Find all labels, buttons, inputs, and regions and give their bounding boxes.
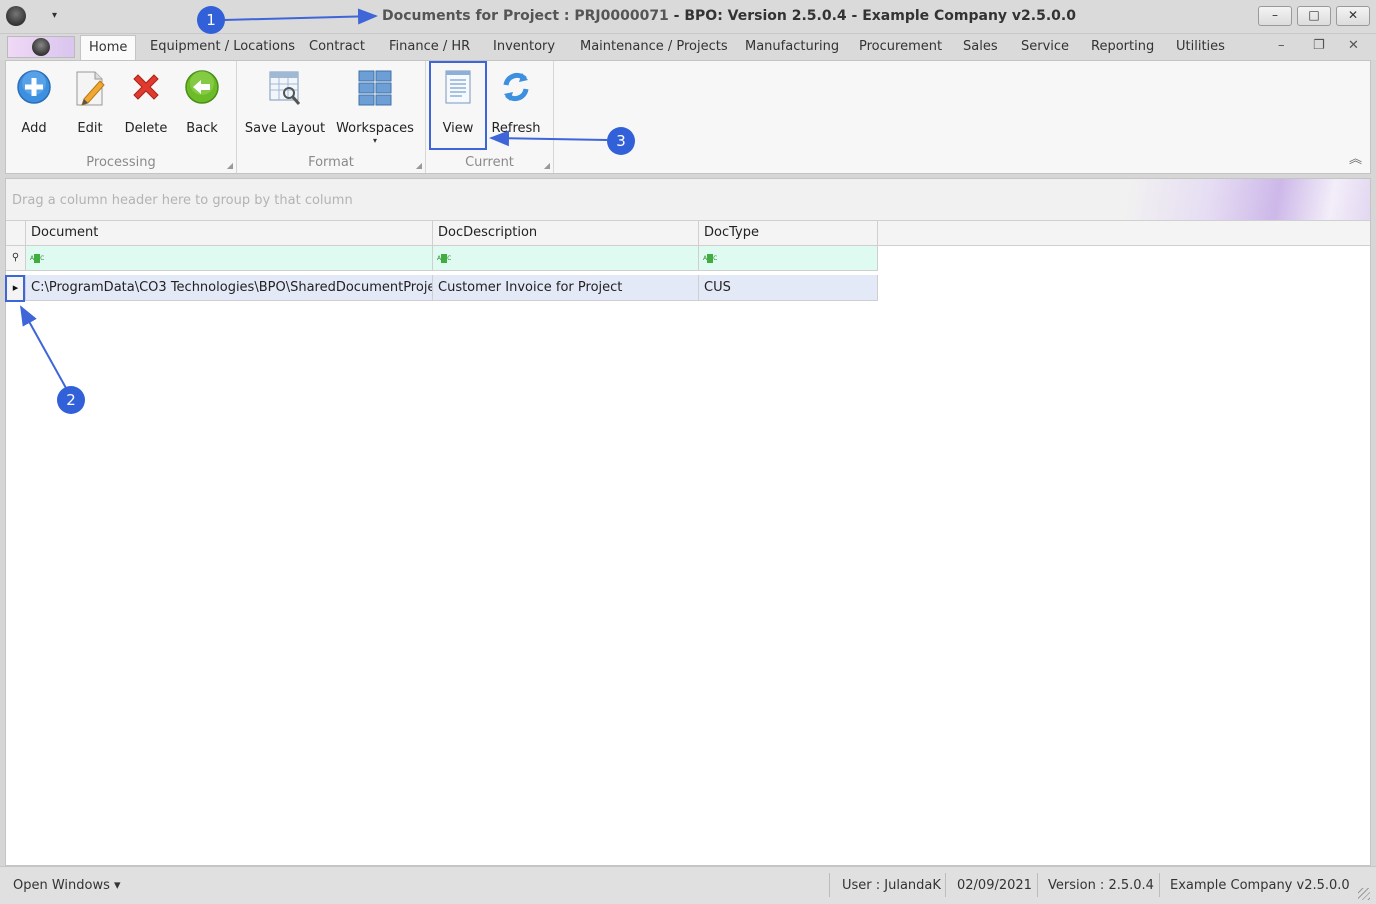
- cell-document[interactable]: C:\ProgramData\CO3 Technologies\BPO\Shar…: [26, 275, 433, 301]
- header-indicator-cell: [6, 221, 26, 246]
- view-highlight-box: [429, 61, 487, 150]
- edit-label: Edit: [77, 121, 103, 136]
- group-by-hint: Drag a column header here to group by th…: [12, 193, 353, 208]
- column-header-doctype[interactable]: DocType: [699, 221, 878, 246]
- mdi-minimize-button[interactable]: –: [1278, 38, 1285, 53]
- callout-2: 2: [57, 386, 85, 414]
- callout-3: 3: [607, 127, 635, 155]
- filter-cell-document[interactable]: AC: [26, 246, 433, 271]
- status-separator: [1159, 873, 1160, 897]
- collapse-ribbon-icon[interactable]: ︽: [1349, 148, 1362, 167]
- callout-1: 1: [197, 6, 225, 34]
- tab-home[interactable]: Home: [80, 35, 137, 60]
- window-title-document: Documents for Project : PRJ0000071: [382, 8, 669, 24]
- workspaces-icon: [357, 69, 393, 107]
- filter-condition-icon[interactable]: AC: [30, 253, 46, 264]
- filter-cell-docdescription[interactable]: AC: [433, 246, 699, 271]
- minimize-button[interactable]: –: [1258, 6, 1292, 26]
- window-title-app: - BPO: Version 2.5.0.4 - Example Company…: [668, 8, 1076, 24]
- group-by-panel[interactable]: Drag a column header here to group by th…: [6, 179, 1370, 221]
- mdi-close-button[interactable]: ✕: [1348, 38, 1359, 53]
- row-selector-highlight-box: [5, 275, 25, 302]
- group-processing-label: Processing: [86, 155, 156, 170]
- add-icon: [16, 69, 52, 107]
- add-button[interactable]: Add: [6, 65, 62, 149]
- resize-grip-icon[interactable]: [1358, 888, 1370, 900]
- open-windows-button[interactable]: Open Windows ▾: [13, 878, 121, 893]
- tab-procurement[interactable]: Procurement: [859, 39, 942, 54]
- group-current-label: Current: [465, 155, 514, 170]
- refresh-label: Refresh: [491, 121, 541, 136]
- close-button[interactable]: ✕: [1336, 6, 1370, 26]
- add-label: Add: [21, 121, 47, 136]
- status-bar: Open Windows ▾ User : JulandaK 02/09/202…: [0, 866, 1376, 904]
- processing-launcher-icon[interactable]: ◢: [227, 161, 233, 170]
- save-layout-label: Save Layout: [244, 121, 326, 136]
- filter-row-pin-icon: ⚲: [6, 246, 26, 271]
- mdi-restore-button[interactable]: ❐: [1313, 38, 1325, 53]
- app-logo-icon[interactable]: [6, 6, 26, 26]
- delete-button[interactable]: Delete: [118, 65, 174, 149]
- status-separator: [945, 873, 946, 897]
- application-menu-button[interactable]: [7, 36, 75, 58]
- back-label: Back: [186, 121, 218, 136]
- cell-doctype[interactable]: CUS: [699, 275, 878, 301]
- tab-finance-hr[interactable]: Finance / HR: [389, 39, 470, 54]
- cell-docdescription[interactable]: Customer Invoice for Project: [433, 275, 699, 301]
- tab-utilities[interactable]: Utilities: [1176, 39, 1225, 54]
- tab-equipment-locations[interactable]: Equipment / Locations: [150, 39, 295, 54]
- status-user: User : JulandaK: [842, 878, 941, 893]
- filter-condition-icon[interactable]: AC: [437, 253, 453, 264]
- workspaces-label: Workspaces: [336, 121, 414, 136]
- status-separator: [829, 873, 830, 897]
- tab-service[interactable]: Service: [1021, 39, 1069, 54]
- status-separator: [1037, 873, 1038, 897]
- ribbon-tabs: Home Equipment / Locations Contract Fina…: [0, 34, 1376, 60]
- save-layout-icon: [267, 69, 303, 107]
- delete-label: Delete: [124, 121, 168, 136]
- filter-condition-icon[interactable]: AC: [703, 253, 719, 264]
- ribbon-panel: Add Edit Delete Back Processing ◢ Save L…: [5, 60, 1371, 174]
- workspaces-dropdown-icon: ▾: [372, 136, 377, 145]
- refresh-button[interactable]: Refresh: [488, 65, 544, 149]
- group-format: Save Layout Workspaces ▾ Format ◢: [237, 61, 426, 173]
- documents-grid: Drag a column header here to group by th…: [5, 178, 1371, 866]
- column-header-docdescription[interactable]: DocDescription: [433, 221, 699, 246]
- format-launcher-icon[interactable]: ◢: [416, 161, 422, 170]
- edit-icon: [72, 69, 108, 107]
- group-processing: Add Edit Delete Back Processing ◢: [6, 61, 237, 173]
- edit-button[interactable]: Edit: [62, 65, 118, 149]
- group-format-label: Format: [308, 155, 354, 170]
- tab-contract[interactable]: Contract: [309, 39, 365, 54]
- tab-sales[interactable]: Sales: [963, 39, 998, 54]
- refresh-icon: [498, 69, 534, 107]
- save-layout-button[interactable]: Save Layout: [243, 65, 327, 149]
- delete-icon: [128, 69, 164, 107]
- maximize-button[interactable]: □: [1297, 6, 1331, 26]
- tab-reporting[interactable]: Reporting: [1091, 39, 1154, 54]
- filter-cell-doctype[interactable]: AC: [699, 246, 878, 271]
- bpo-logo-icon: [32, 38, 50, 56]
- workspaces-button[interactable]: Workspaces ▾: [333, 65, 417, 149]
- tab-inventory[interactable]: Inventory: [493, 39, 555, 54]
- back-icon: [184, 69, 220, 107]
- current-launcher-icon[interactable]: ◢: [544, 161, 550, 170]
- column-header-document[interactable]: Document: [26, 221, 433, 246]
- quick-access-dropdown-icon[interactable]: ▾: [52, 10, 57, 21]
- tab-manufacturing[interactable]: Manufacturing: [745, 39, 839, 54]
- back-button[interactable]: Back: [174, 65, 230, 149]
- header-empty-area: [878, 221, 1370, 246]
- status-company: Example Company v2.5.0.0: [1170, 878, 1350, 893]
- tab-maintenance-projects[interactable]: Maintenance / Projects: [580, 39, 728, 54]
- status-date: 02/09/2021: [957, 878, 1032, 893]
- window-title: Documents for Project : PRJ0000071 - BPO…: [382, 8, 1076, 24]
- status-version: Version : 2.5.0.4: [1048, 878, 1154, 893]
